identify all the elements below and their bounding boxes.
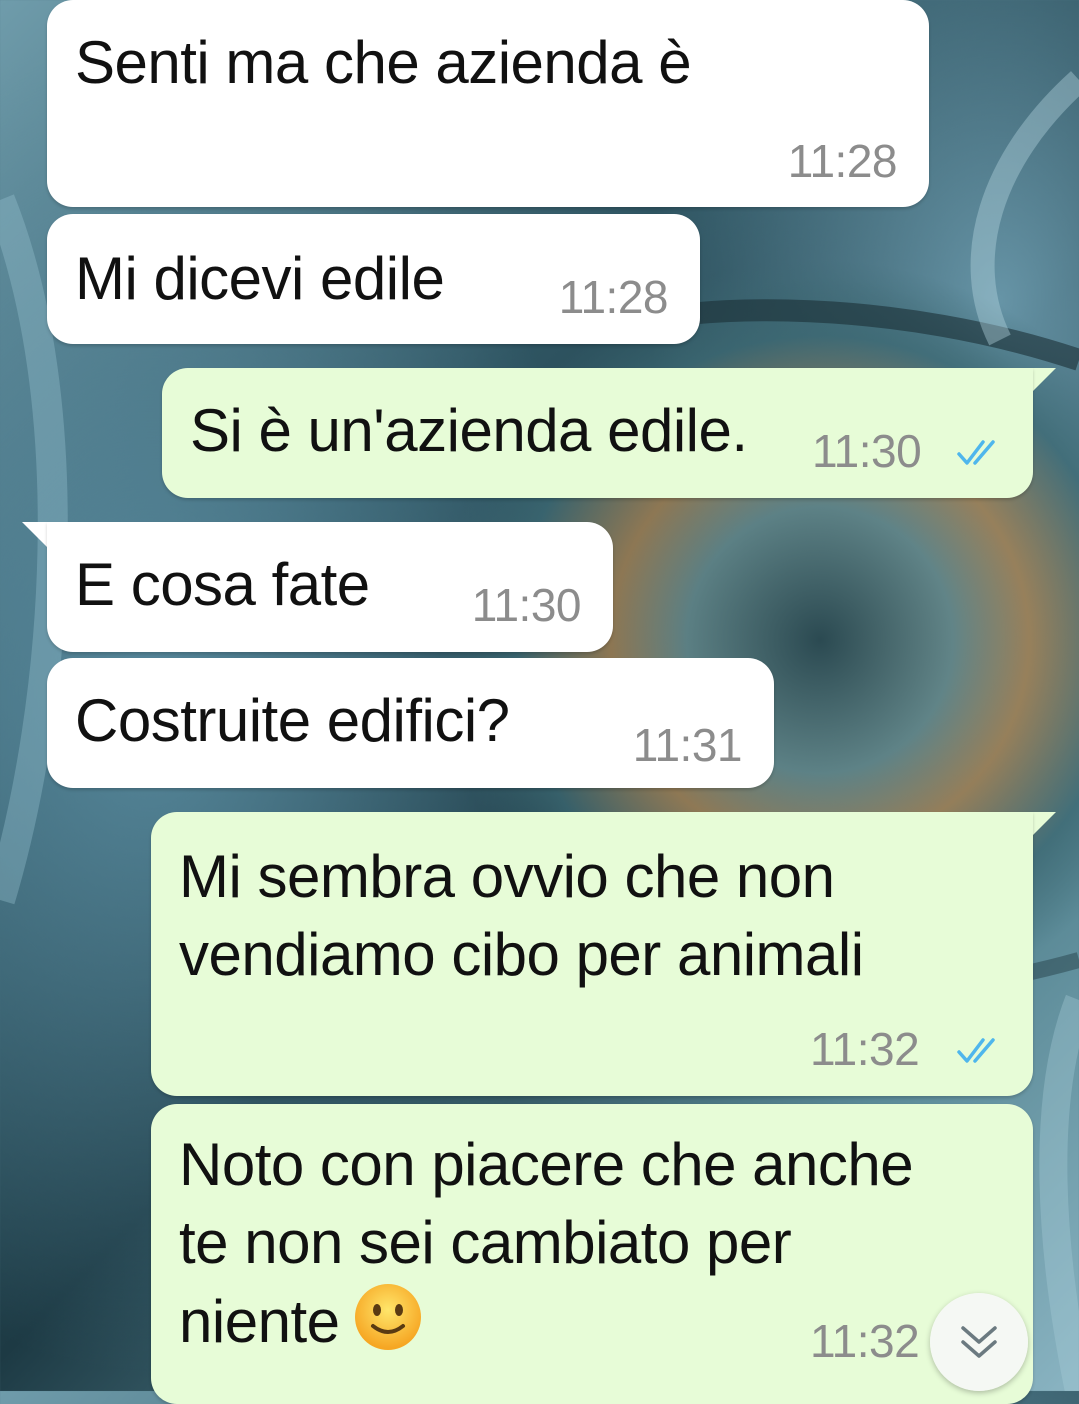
double-check-icon bbox=[957, 1038, 995, 1063]
double-chevron-down-icon bbox=[961, 1326, 997, 1358]
message-timestamp: 11:28 bbox=[787, 135, 898, 187]
message-bubble-outgoing[interactable]: Noto con piacere che anche te non sei ca… bbox=[151, 1104, 1033, 1404]
message-text: Senti ma che azienda è bbox=[75, 29, 692, 96]
slightly-smiling-face-icon bbox=[355, 1284, 422, 1350]
message-text: Noto con piacere che anche te non sei ca… bbox=[179, 1126, 914, 1361]
message-timestamp: 11:28 bbox=[558, 271, 669, 323]
message-text: Mi sembra ovvio che non vendiamo cibo pe… bbox=[179, 843, 864, 988]
message-text: E cosa fate bbox=[75, 551, 370, 618]
message-text: Costruite edifici? bbox=[75, 687, 510, 754]
bubble-tail bbox=[1030, 368, 1056, 394]
bubble-tail bbox=[22, 522, 48, 548]
message-timestamp: 11:31 bbox=[632, 719, 743, 771]
message-bubble-incoming[interactable]: E cosa fate 11:30 bbox=[47, 522, 613, 652]
scroll-to-bottom-button[interactable] bbox=[930, 1293, 1028, 1391]
message-timestamp: 11:32 bbox=[810, 1023, 920, 1075]
message-bubble-outgoing[interactable]: Mi sembra ovvio che non vendiamo cibo pe… bbox=[151, 812, 1033, 1096]
message-text: Si è un'azienda edile. bbox=[190, 397, 748, 464]
message-timestamp: 11:30 bbox=[812, 425, 922, 477]
message-text-content: Noto con piacere che anche te non sei ca… bbox=[179, 1131, 914, 1355]
double-check-icon bbox=[957, 440, 995, 465]
message-bubble-outgoing[interactable]: Si è un'azienda edile. 11:30 bbox=[162, 368, 1033, 498]
message-timestamp: 11:32 bbox=[810, 1315, 920, 1367]
message-bubble-incoming[interactable]: Senti ma che azienda è 11:28 bbox=[47, 0, 929, 207]
message-bubble-incoming[interactable]: Mi dicevi edile 11:28 bbox=[47, 214, 700, 344]
message-bubble-incoming[interactable]: Costruite edifici? 11:31 bbox=[47, 658, 774, 788]
bubble-tail bbox=[1030, 812, 1056, 838]
message-text: Mi dicevi edile bbox=[75, 245, 445, 312]
message-timestamp: 11:30 bbox=[471, 579, 582, 631]
